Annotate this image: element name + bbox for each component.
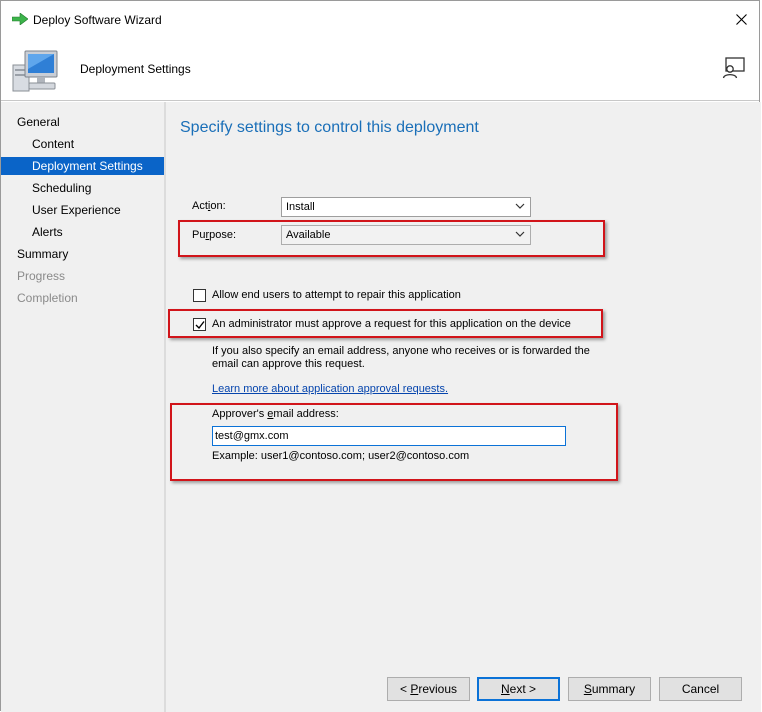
- learn-more-link[interactable]: Learn more about application approval re…: [212, 383, 448, 395]
- repair-checkbox-label[interactable]: Allow end users to attempt to repair thi…: [212, 289, 461, 301]
- nav-item-general[interactable]: General: [1, 113, 164, 131]
- computer-icon: [12, 50, 58, 92]
- nav-item-content[interactable]: Content: [1, 135, 164, 153]
- approval-note-line1: If you also specify an email address, an…: [212, 345, 590, 357]
- wizard-header: Deployment Settings: [1, 39, 759, 101]
- nav-item-progress: Progress: [17, 269, 66, 283]
- approval-checkbox-label[interactable]: An administrator must approve a request …: [212, 318, 571, 330]
- approval-checkbox[interactable]: [193, 318, 206, 331]
- nav-item-summary[interactable]: Summary: [1, 245, 164, 263]
- nav-item-scheduling[interactable]: Scheduling: [1, 179, 164, 197]
- chevron-down-icon: [515, 231, 525, 237]
- header-title: Deployment Settings: [80, 62, 191, 76]
- chevron-down-icon: [515, 203, 525, 209]
- close-icon: [735, 13, 747, 25]
- cancel-button[interactable]: Cancel: [659, 677, 742, 701]
- nav-item-alerts[interactable]: Alerts: [1, 223, 164, 241]
- window-title: Deploy Software Wizard: [33, 13, 162, 27]
- repair-checkbox[interactable]: [193, 289, 206, 302]
- previous-button[interactable]: < Previous: [387, 677, 470, 701]
- nav-item-completion: Completion: [17, 291, 78, 305]
- green-arrow-icon: [12, 13, 28, 25]
- page-title: Specify settings to control this deploym…: [180, 119, 479, 136]
- summary-button[interactable]: Summary: [568, 677, 651, 701]
- approval-note-line2: email can approve this request.: [212, 358, 365, 370]
- action-select-value: Install: [286, 201, 315, 213]
- wizard-window: Deploy Software Wizard Deployment Settin…: [0, 0, 761, 712]
- checkmark-icon: [195, 321, 205, 330]
- main-panel: Specify settings to control this deploym…: [166, 102, 761, 712]
- wizard-nav: General Content Deployment Settings Sche…: [1, 102, 164, 712]
- approver-email-label: Approver's email address:: [212, 408, 339, 420]
- next-button[interactable]: Next >: [477, 677, 560, 701]
- purpose-label: Purpose:: [192, 229, 237, 241]
- nav-item-user-experience[interactable]: User Experience: [1, 201, 164, 219]
- purpose-select[interactable]: Available: [281, 225, 531, 245]
- action-select[interactable]: Install: [281, 197, 531, 217]
- title-bar: Deploy Software Wizard: [1, 1, 759, 39]
- action-label: Action:: [192, 200, 226, 212]
- approver-email-example: Example: user1@contoso.com; user2@contos…: [212, 450, 470, 462]
- purpose-select-value: Available: [286, 229, 331, 241]
- approver-email-input[interactable]: [212, 426, 566, 446]
- user-help-icon[interactable]: [722, 57, 746, 79]
- nav-item-deployment-settings[interactable]: Deployment Settings: [1, 157, 164, 175]
- close-button[interactable]: [731, 9, 751, 29]
